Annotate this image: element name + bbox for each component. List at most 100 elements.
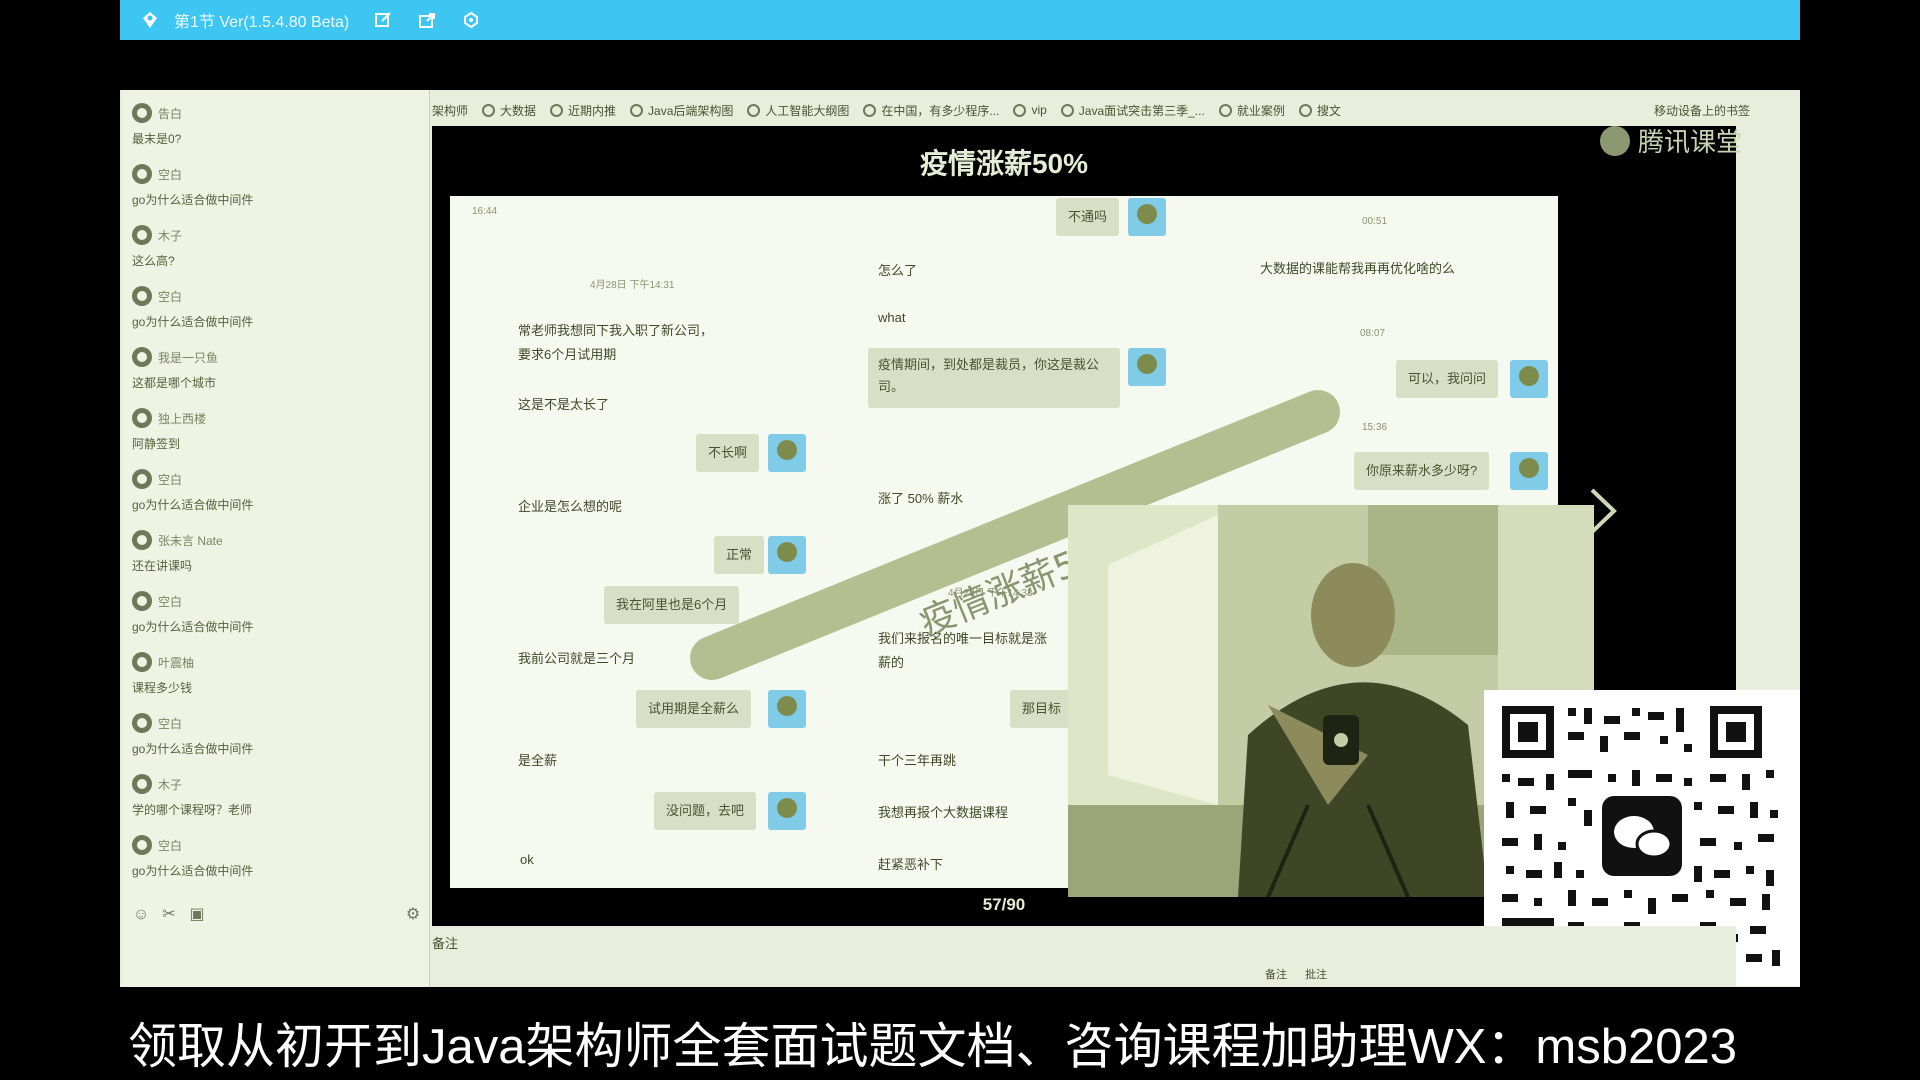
message-text: go为什么适合做中间件	[132, 742, 254, 756]
chat-time: 15:36	[1362, 422, 1388, 433]
edit-icon[interactable]	[371, 8, 395, 32]
sender-name: 叶震柚	[158, 655, 195, 670]
chat-sidebar: 告白 最末是0? 空白 go为什么适合做中间件 木子 这么高? 空白 go为什么适合做中…	[122, 90, 430, 987]
sender-name: 张未言 Nate	[158, 533, 223, 548]
message-text: 这么高?	[132, 254, 175, 268]
status-time: 16:44	[472, 206, 498, 217]
avatar	[132, 469, 152, 489]
sender-name: 空白	[158, 594, 183, 609]
bookmark-item[interactable]: 在中国，有多少程序...	[863, 102, 999, 119]
avatar	[132, 347, 152, 367]
emoji-icon[interactable]: ☺	[132, 906, 150, 924]
sender-name: 空白	[158, 167, 183, 182]
bookmark-icon	[482, 103, 496, 117]
bookmark-icon	[1013, 103, 1027, 117]
message-text: go为什么适合做中间件	[132, 864, 254, 878]
chat-text: what	[878, 310, 906, 325]
avatar	[768, 690, 806, 728]
chat-message: 空白 go为什么适合做中间件	[132, 163, 412, 208]
chat-message: 空白 go为什么适合做中间件	[132, 468, 412, 513]
chat-message: 木子 这么高?	[132, 224, 412, 269]
tencent-classroom-icon	[1600, 125, 1630, 156]
page-number: 57/90	[982, 895, 1026, 914]
sender-name: 告白	[158, 106, 183, 121]
settings-icon[interactable]	[459, 8, 483, 32]
mobile-bookmarks[interactable]: 移动设备上的书签	[1654, 102, 1750, 119]
avatar	[1510, 452, 1548, 490]
chat-bubble: 你原来薪水多少呀?	[1354, 452, 1490, 490]
chat-text: 企业是怎么想的呢	[518, 499, 623, 514]
avatar	[132, 591, 152, 611]
folder-icon	[1218, 103, 1232, 117]
bookmark-item[interactable]: 就业案例	[1218, 102, 1285, 119]
slide-title: 疫情涨薪50%	[919, 148, 1089, 179]
chat-bubble: 不通吗	[1056, 198, 1120, 236]
chat-text: 这是不是太长了	[518, 397, 610, 412]
chat-message: 告白最末是0?	[132, 102, 412, 147]
bookmark-item[interactable]: 大数据	[482, 102, 536, 119]
message-text: 最末是0?	[132, 132, 182, 146]
chat-text: 是全薪	[518, 753, 558, 768]
sender-name: 木子	[158, 777, 183, 792]
chat-bubble: 没问题，去吧	[654, 792, 757, 830]
bookmark-item[interactable]: vip	[1013, 103, 1047, 117]
bookmark-item[interactable]: 架构师	[432, 102, 468, 119]
message-text: 还在讲课吗	[132, 559, 193, 573]
message-text: 课程多少钱	[132, 681, 193, 695]
bookmark-item[interactable]: 近期内推	[550, 102, 616, 119]
bookmark-item[interactable]: Java后端架构图	[630, 102, 733, 119]
bottom-strip	[432, 926, 1736, 986]
avatar	[132, 835, 152, 855]
sender-name: 我是一只鱼	[158, 350, 219, 365]
app-logo-icon	[143, 12, 157, 28]
sender-name: 空白	[158, 472, 183, 487]
remark-label[interactable]: 备注	[432, 933, 458, 952]
message-text: go为什么适合做中间件	[132, 315, 254, 329]
avatar	[132, 103, 152, 123]
status-icons: 备注 批注	[1265, 966, 1345, 982]
avatar	[132, 774, 152, 794]
chat-text: 要求6个月试用期	[518, 347, 617, 362]
brand-logo: 腾讯课堂	[1600, 122, 1742, 159]
window-title: 第1节 Ver(1.5.4.80 Beta)	[174, 14, 350, 31]
bookmark-icon	[747, 103, 761, 117]
bookmark-item[interactable]: 搜文	[1298, 102, 1341, 119]
scissors-icon[interactable]: ✂	[160, 906, 178, 924]
promo-banner: 领取从初开到Java架构师全套面试题文档、咨询课程加助理WX：msb2023	[128, 1020, 1738, 1074]
bookmark-item[interactable]: 人工智能大纲图	[747, 102, 849, 119]
title-bar: 第1节 Ver(1.5.4.80 Beta)	[120, 0, 1800, 40]
chat-message: 空白 go为什么适合做中间件	[132, 834, 412, 879]
bookmarks-bar: 架构师 大数据 近期内推 Java后端架构图 人工智能大纲图 在中国，有多少程序…	[432, 96, 1768, 124]
chat-text: ok	[520, 852, 534, 867]
message-text: go为什么适合做中间件	[132, 498, 254, 512]
chat-toolbar: ☺ ✂ ▣ ⚙	[132, 903, 422, 927]
chat-text: 我想再报个大数据课程	[878, 805, 1009, 820]
image-icon[interactable]: ▣	[188, 906, 206, 924]
chat-message: 叶震柚课程多少钱	[132, 651, 412, 696]
bookmark-icon	[1298, 103, 1312, 117]
remark-button[interactable]: 备注	[1265, 966, 1287, 982]
chat-time: 08:07	[1360, 328, 1386, 339]
bookmark-item[interactable]: Java面试突击第三季_...	[1060, 102, 1205, 119]
chat-text: 赶紧恶补下	[878, 857, 944, 872]
avatar	[132, 164, 152, 184]
chat-bubble: 那目标	[1010, 690, 1074, 728]
avatar	[1128, 348, 1166, 386]
message-text: 这都是哪个城市	[132, 376, 217, 390]
annotation-button[interactable]: 批注	[1305, 966, 1327, 982]
avatar	[768, 792, 806, 830]
gear-icon[interactable]: ⚙	[404, 906, 422, 924]
sender-name: 空白	[158, 289, 183, 304]
sender-name: 空白	[158, 838, 183, 853]
bookmark-icon	[550, 103, 564, 117]
avatar	[132, 286, 152, 306]
avatar	[132, 225, 152, 245]
avatar	[132, 652, 152, 672]
chat-text: 我前公司就是三个月	[518, 651, 636, 666]
message-text: 学的哪个课程呀？老师	[132, 803, 253, 817]
share-icon[interactable]	[415, 8, 439, 32]
bookmark-icon	[1060, 103, 1074, 117]
chat-text: 常老师我想同下我入职了新公司，	[518, 323, 714, 338]
avatar	[1128, 198, 1166, 236]
chat-text: 干个三年再跳	[878, 753, 957, 768]
